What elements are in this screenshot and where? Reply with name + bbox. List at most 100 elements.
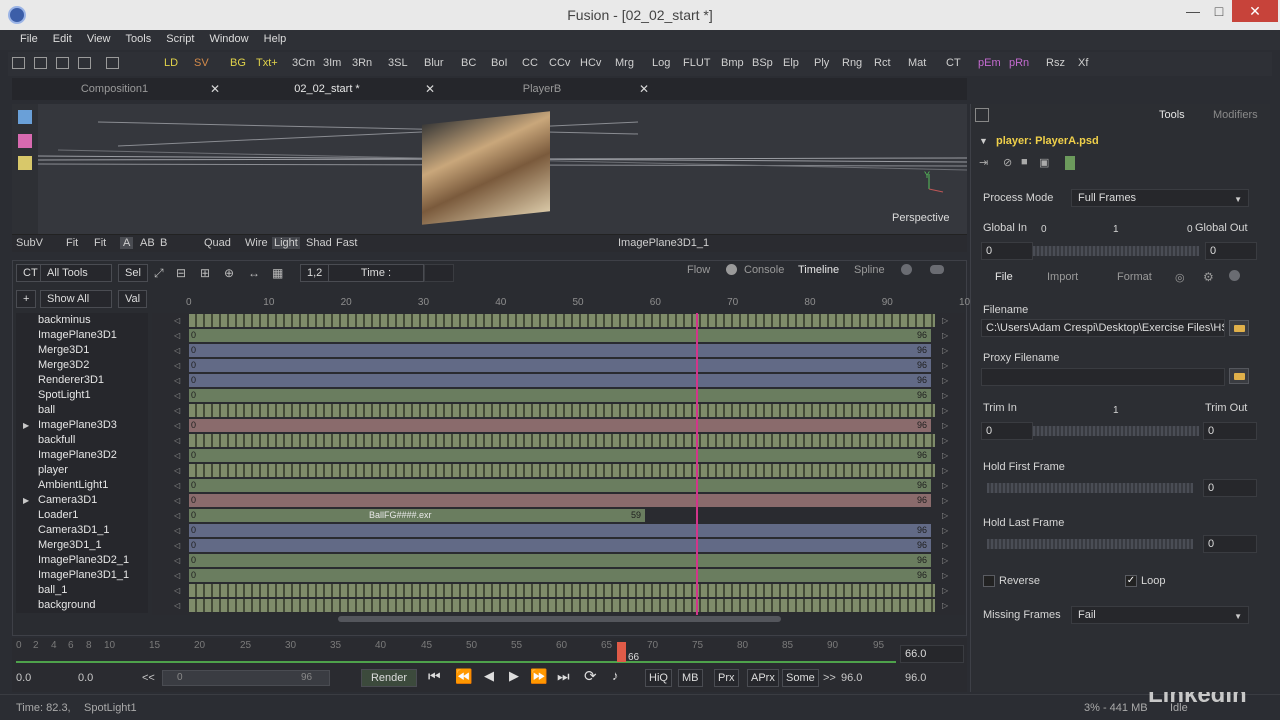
player-image-plane[interactable] — [422, 111, 550, 225]
track-bar[interactable]: 0 96 — [189, 524, 931, 537]
collapse-icon[interactable]: ⊟ — [176, 266, 186, 280]
go-to-start-icon[interactable]: ⏮ — [428, 668, 441, 685]
track-name[interactable]: ImagePlane3D1 — [38, 328, 117, 343]
tool-pem[interactable]: pEm — [978, 57, 1001, 69]
hold-first-frame-slider[interactable] — [987, 483, 1193, 493]
track-row[interactable]: ◁ ▷ — [152, 463, 965, 478]
save-icon[interactable]: ▣ — [1039, 156, 1049, 169]
menu-tools[interactable]: Tools — [120, 30, 158, 45]
tool-sv[interactable]: SV — [194, 57, 209, 69]
track-name[interactable]: SpotLight1 — [38, 388, 91, 403]
close-icon[interactable]: ✕ — [639, 82, 649, 96]
track-row[interactable]: 0 96 ◁ ▷ — [152, 343, 965, 358]
track-left-arrow-icon[interactable]: ◁ — [174, 586, 180, 595]
minimize-button[interactable]: — — [1178, 0, 1208, 22]
track-bar[interactable]: 0 59 BallFG####.exr — [189, 509, 645, 522]
tool-log[interactable]: Log — [652, 57, 670, 69]
track-bar[interactable]: 0 96 — [189, 539, 931, 552]
track-left-arrow-icon[interactable]: ◁ — [174, 481, 180, 490]
track-bar[interactable]: 0 96 — [189, 374, 931, 387]
menu-file[interactable]: File — [14, 30, 44, 45]
track-name[interactable]: ImagePlane3D2_1 — [38, 553, 129, 568]
layout-icon[interactable] — [34, 57, 47, 69]
tool-txt[interactable]: Txt+ — [256, 57, 278, 69]
track-row[interactable]: 0 96 ◁ ▷ — [152, 358, 965, 373]
track-left-arrow-icon[interactable]: ◁ — [174, 511, 180, 520]
track-bar[interactable] — [189, 314, 935, 327]
track-name[interactable]: Camera3D1 — [38, 493, 97, 508]
expand-icon[interactable]: ⊞ — [200, 266, 210, 280]
printer-icon[interactable] — [106, 57, 119, 69]
tool-bsp[interactable]: BSp — [752, 57, 773, 69]
hold-first-frame-field[interactable]: 0 — [1203, 479, 1257, 497]
lock-icon[interactable]: ■ — [1021, 156, 1028, 168]
timeline-playhead[interactable] — [696, 313, 698, 615]
track-left-arrow-icon[interactable]: ◁ — [174, 421, 180, 430]
render-start-field[interactable]: 0.0 — [78, 672, 93, 684]
play-icon[interactable]: ▶ — [509, 668, 519, 684]
track-name[interactable]: ball_1 — [38, 583, 67, 598]
color-swatch[interactable] — [1065, 156, 1075, 170]
view-ab-button[interactable]: AB — [140, 237, 155, 249]
tool-bc[interactable]: BC — [461, 57, 476, 69]
folder-icon[interactable] — [1229, 368, 1249, 384]
tab-flow[interactable]: Flow — [687, 264, 710, 276]
aprx-button[interactable]: APrx — [747, 669, 779, 687]
go-to-end-icon[interactable]: ⏭ — [557, 668, 570, 685]
fast-button[interactable]: Fast — [336, 237, 357, 249]
range-left-button[interactable]: << — [142, 672, 155, 684]
track-right-arrow-icon[interactable]: ▷ — [942, 331, 948, 340]
track-right-arrow-icon[interactable]: ▷ — [942, 421, 948, 430]
track-row[interactable]: ◁ ▷ — [152, 433, 965, 448]
menu-help[interactable]: Help — [258, 30, 293, 45]
tool-blur[interactable]: Blur — [424, 57, 444, 69]
chevron-down-icon[interactable]: ▼ — [979, 136, 988, 146]
track-row[interactable]: 0 96 ◁ ▷ — [152, 388, 965, 403]
track-left-arrow-icon[interactable]: ◁ — [174, 391, 180, 400]
tool-rng[interactable]: Rng — [842, 57, 862, 69]
tool-3rn[interactable]: 3Rn — [352, 57, 372, 69]
track-row[interactable]: ◁ ▷ — [152, 583, 965, 598]
menu-window[interactable]: Window — [203, 30, 254, 45]
hold-last-frame-slider[interactable] — [987, 539, 1193, 549]
menu-script[interactable]: Script — [160, 30, 200, 45]
tab-console[interactable]: Console — [744, 264, 784, 276]
global-end-field[interactable]: 96.0 — [905, 672, 926, 684]
missing-frames-select[interactable]: Fail — [1071, 606, 1249, 625]
tab-timeline[interactable]: Timeline — [798, 264, 839, 276]
track-name[interactable]: backfull — [38, 433, 75, 448]
tool-ct[interactable]: CT — [946, 57, 961, 69]
track-right-arrow-icon[interactable]: ▷ — [942, 571, 948, 580]
track-name[interactable]: ball — [38, 403, 55, 418]
view-a-button[interactable]: A — [120, 237, 134, 249]
track-row[interactable]: 0 96 ◁ ▷ — [152, 523, 965, 538]
tool-rsz[interactable]: Rsz — [1046, 57, 1065, 69]
layout-icon[interactable] — [78, 57, 91, 69]
track-bar[interactable]: 0 96 — [189, 479, 931, 492]
track-right-arrow-icon[interactable]: ▷ — [942, 541, 948, 550]
hiq-button[interactable]: HiQ — [645, 669, 672, 687]
loop-icon[interactable]: ⟳ — [584, 667, 597, 685]
track-name[interactable]: background — [38, 598, 96, 613]
track-left-arrow-icon[interactable]: ◁ — [174, 406, 180, 415]
global-start-field[interactable]: 0.0 — [16, 672, 31, 684]
track-right-arrow-icon[interactable]: ▷ — [942, 376, 948, 385]
process-mode-select[interactable]: Full Frames — [1071, 189, 1249, 208]
wire-button[interactable]: Wire — [245, 237, 268, 249]
track-name[interactable]: ImagePlane3D2 — [38, 448, 117, 463]
tab-spline[interactable]: Spline — [854, 264, 885, 276]
tool-ld[interactable]: LD — [164, 57, 178, 69]
some-button[interactable]: Some — [782, 669, 819, 687]
tool-mat[interactable]: Mat — [908, 57, 926, 69]
track-name[interactable]: Renderer3D1 — [38, 373, 104, 388]
track-left-arrow-icon[interactable]: ◁ — [174, 346, 180, 355]
add-button[interactable]: + — [16, 290, 37, 308]
time-input[interactable] — [424, 264, 454, 282]
tool-flut[interactable]: FLUT — [683, 57, 711, 69]
track-left-arrow-icon[interactable]: ◁ — [174, 601, 180, 610]
light-button[interactable]: Light — [272, 237, 300, 249]
show-all-dropdown[interactable]: Show All — [40, 290, 112, 308]
subtab-file[interactable]: File — [995, 271, 1013, 283]
track-left-arrow-icon[interactable]: ◁ — [174, 316, 180, 325]
track-row[interactable]: 0 96 ◁ ▷ — [152, 418, 965, 433]
